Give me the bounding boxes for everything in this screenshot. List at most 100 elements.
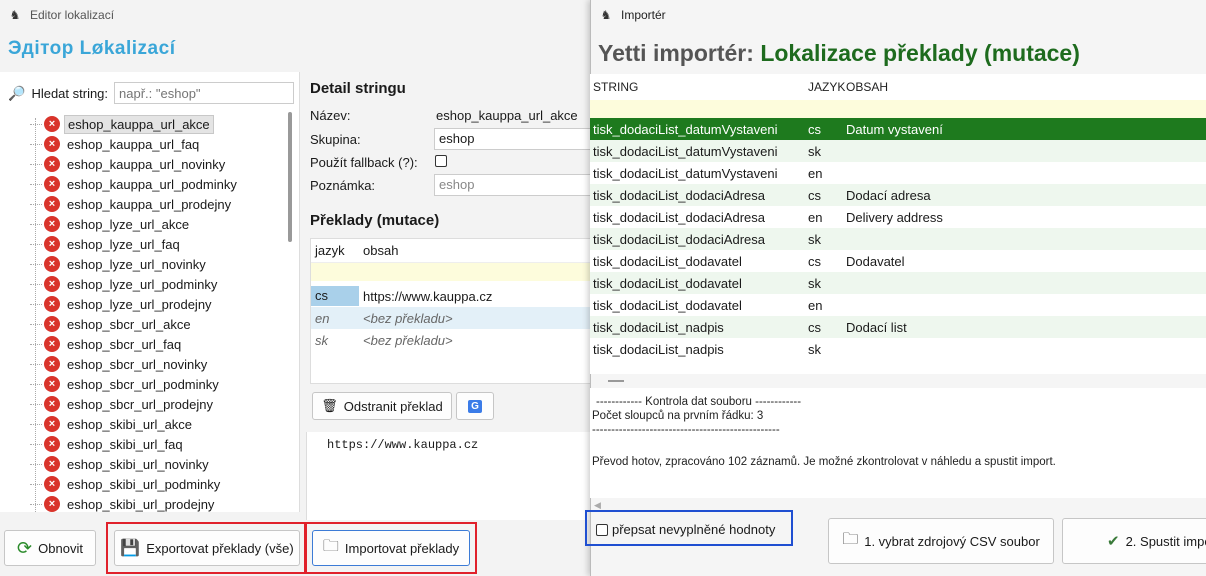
translation-row[interactable]: sk <bez překladu> [311,329,599,351]
choose-csv-button[interactable]: 🗀 1. vybrat zdrojový CSV soubor [828,518,1054,564]
tree-item[interactable]: × eshop_lyze_url_novinky [30,254,290,274]
tree-scrollbar[interactable] [288,112,292,242]
import-row[interactable]: tisk_dodaciList_dodavatel en [590,294,1206,316]
remove-translation-button[interactable]: 🗑 Odstranit překlad [312,392,452,420]
tree-item[interactable]: × eshop_kauppa_url_prodejny [30,194,290,214]
log-line: ------------ Kontrola dat souboru ------… [596,396,802,408]
tree-item-label: eshop_kauppa_url_akce [64,114,214,134]
lang-cell: sk [315,332,328,348]
error-icon: × [44,136,60,152]
error-icon: × [44,216,60,232]
name-label: Název: [310,108,351,123]
lang-cell: sk [808,143,821,159]
error-icon: × [44,336,60,352]
tree-item-label: eshop_sbcr_url_prodejny [67,396,213,412]
tree-item-label: eshop_lyze_url_novinky [67,256,206,272]
trash-icon: 🗑 [321,398,338,413]
tree-item[interactable]: × eshop_skibi_url_akce [30,414,290,434]
run-import-button[interactable]: ✔ 2. Spustit import [1062,518,1206,564]
import-new-row [590,100,1206,118]
tree-item[interactable]: × eshop_sbcr_url_podminky [30,374,290,394]
log-line: Počet sloupců na prvním řádku: 3 [592,410,764,422]
content-cell: <bez překladu> [363,310,453,326]
tree-item-label: eshop_lyze_url_prodejny [67,296,212,312]
tree-connector [30,263,42,265]
error-icon: × [44,476,60,492]
tree-item[interactable]: × eshop_lyze_url_akce [30,214,290,234]
note-field[interactable]: eshop [434,174,604,196]
tree-connector [30,383,42,385]
error-icon: × [44,176,60,192]
lang-cell: en [808,165,823,181]
tree-connector [30,163,42,165]
main-titlebar: ♞ Editor lokalizací [0,0,599,30]
import-row[interactable]: tisk_dodaciList_dodaciAdresa cs Dodací adr… [590,184,1206,206]
tree-item[interactable]: × eshop_lyze_url_podminky [30,274,290,294]
tree-item-label: eshop_skibi_url_novinky [67,456,209,472]
string-tree: × eshop_kauppa_url_akce × eshop_kauppa_url_… [30,114,290,514]
import-preview-grid: STRING JAZYK OBSAH tisk_dodaciList_datum… [590,74,1206,382]
import-row[interactable]: tisk_dodaciList_dodaciAdresa sk [590,228,1206,250]
tree-item[interactable]: × eshop_kauppa_url_faq [30,134,290,154]
tree-item[interactable]: × eshop_sbcr_url_akce [30,314,290,334]
content-cell: <bez překladu> [363,332,453,348]
checkmark-icon: ✔ [1107,533,1120,550]
group-field[interactable]: eshop [434,128,604,150]
note-label: Poznámka: [310,178,376,193]
tree-item[interactable]: × eshop_skibi_url_prodejny [30,494,290,514]
string-cell: tisk_dodaciList_dodaciAdresa [593,231,765,247]
lang-cell: cs [808,121,821,137]
error-icon: × [44,116,60,132]
tree-item[interactable]: × eshop_skibi_url_podminky [30,474,290,494]
import-row[interactable]: tisk_dodaciList_nadpis sk [590,338,1206,360]
tree-item[interactable]: × eshop_sbcr_url_faq [30,334,290,354]
error-icon: × [44,256,60,272]
tree-item[interactable]: × eshop_sbcr_url_prodejny [30,394,290,414]
tree-connector [30,243,42,245]
yeti-app-icon: ♞ [600,8,612,22]
content-cell: Datum vystavení [846,121,943,137]
tree-item-label: eshop_sbcr_url_akce [67,316,191,332]
tree-item[interactable]: × eshop_kauppa_url_novinky [30,154,290,174]
string-cell: tisk_dodaciList_datumVystaveni [593,143,778,159]
translation-editor[interactable]: https://www.kauppa.cz [306,432,600,520]
tree-item[interactable]: × eshop_sbcr_url_novinky [30,354,290,374]
import-row[interactable]: tisk_dodaciList_nadpis cs Dodací list [590,316,1206,338]
tree-item[interactable]: × eshop_skibi_url_novinky [30,454,290,474]
grid-resize-handle[interactable] [608,380,624,382]
import-log: ------------ Kontrola dat souboru ------… [590,388,1206,510]
error-icon: × [44,316,60,332]
tree-item[interactable]: × eshop_lyze_url_prodejny [30,294,290,314]
new-row-placeholder[interactable] [311,263,599,281]
translation-row[interactable]: cs https://www.kauppa.cz [311,285,599,307]
translations-title: Překlady (mutace) [310,212,440,229]
refresh-button[interactable]: ⟳ Obnovit [4,530,96,566]
tree-item[interactable]: × eshop_kauppa_url_akce [30,114,290,134]
tree-item[interactable]: × eshop_skibi_url_faq [30,434,290,454]
search-input[interactable] [114,82,295,104]
import-row[interactable]: tisk_dodaciList_datumVystaveni en [590,162,1206,184]
importer-window-title: Importér [621,8,666,22]
import-row[interactable]: tisk_dodaciList_dodaciAdresa en Delivery a… [590,206,1206,228]
error-icon: × [44,376,60,392]
translations-header: jazyk obsah [311,239,599,263]
tree-item[interactable]: × eshop_kauppa_url_podminky [30,174,290,194]
translate-icon: G [468,399,482,413]
error-icon: × [44,496,60,512]
import-row[interactable]: tisk_dodaciList_datumVystaveni sk [590,140,1206,162]
error-icon: × [44,236,60,252]
google-translate-button[interactable]: G [456,392,494,420]
group-label: Skupina: [310,132,361,147]
translation-row[interactable]: en <bez překladu> [311,307,599,329]
import-row[interactable]: tisk_dodaciList_dodavatel sk [590,272,1206,294]
tree-item[interactable]: × eshop_lyze_url_faq [30,234,290,254]
tree-item-label: eshop_skibi_url_faq [67,436,183,452]
error-icon: × [44,296,60,312]
tree-connector [30,123,42,125]
fallback-checkbox[interactable] [435,155,447,167]
content-cell: Dodací list [846,319,907,335]
import-row[interactable]: tisk_dodaciList_dodavatel cs Dodavatel [590,250,1206,272]
search-row: 🔎 Hledat string: [8,82,295,104]
content-cell: https://www.kauppa.cz [363,288,493,304]
import-row[interactable]: tisk_dodaciList_datumVystaveni cs Datum vy… [590,118,1206,140]
